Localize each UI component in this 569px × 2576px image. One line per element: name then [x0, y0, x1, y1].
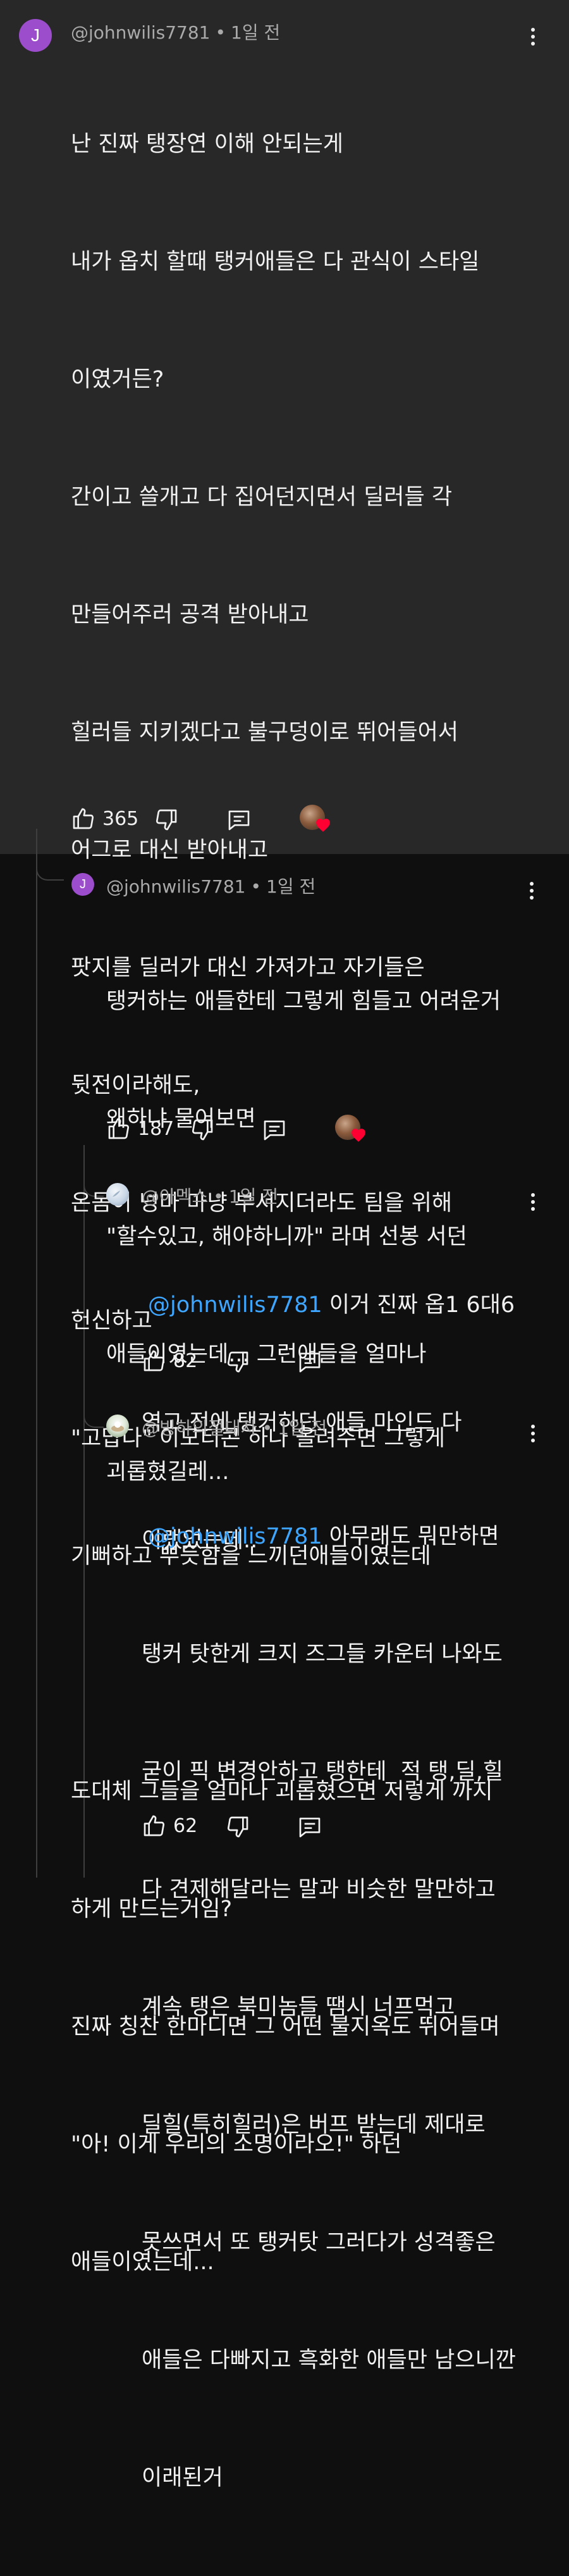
- like-count: 62: [173, 1814, 198, 1837]
- reply-button[interactable]: [262, 1117, 287, 1142]
- thumbs-down-icon: [227, 1351, 248, 1373]
- comment-time: 1일 전: [231, 22, 281, 43]
- comment-meta: @johnwilis7781 • 1일 전: [106, 876, 316, 897]
- avatar[interactable]: J: [19, 19, 52, 52]
- comment-line: 이거 진짜 옵1 6대6: [322, 1292, 515, 1318]
- comment-line: 탱커하는 애들한테 그렇게 힘들고 어려운거: [106, 989, 501, 1014]
- avatar[interactable]: [106, 1415, 129, 1437]
- mention-link[interactable]: @johnwilis7781: [142, 1524, 322, 1549]
- comment-top-level: J @johnwilis7781 • 1일 전 난 진짜 탱장연 이해 안되는게 내…: [0, 0, 569, 2275]
- thumbs-down-icon: [192, 1119, 213, 1141]
- thumbs-up-icon: [144, 1815, 165, 1836]
- comment-meta: @johnwilis7781 • 1일 전: [71, 22, 281, 43]
- comment-line: 아무래도 뭐만하면: [322, 1524, 499, 1549]
- comment-line: 탱커 탓한게 크지 즈그들 카운터 나와도: [142, 1642, 503, 1667]
- dislike-button[interactable]: [154, 807, 179, 833]
- avatar[interactable]: [106, 1183, 129, 1206]
- reply-icon: [299, 1353, 321, 1373]
- reply-icon: [228, 810, 250, 831]
- comment-time: 1일 전: [266, 876, 316, 897]
- like-count: 82: [173, 1349, 198, 1372]
- comment-body: @johnwilis7781 아무래도 뭐만하면 탱커 탓한게 크지 즈그들 카…: [142, 1439, 546, 2576]
- creator-heart-icon: [335, 1115, 368, 1144]
- like-button[interactable]: 62: [142, 1813, 197, 1838]
- comment-author[interactable]: @johnwilis7781: [106, 876, 246, 897]
- nested-reply-comment: @빙하의절대자 • 1일 전 @johnwilis7781 아무래도 뭐만하면 탱커…: [0, 1407, 569, 2491]
- avatar-image-icon: [111, 1421, 124, 1432]
- like-count: 365: [102, 807, 139, 830]
- more-vert-icon[interactable]: [523, 24, 542, 49]
- reply-button[interactable]: [226, 807, 252, 833]
- comment-line: 간이고 쓸개고 다 집어던지면서 딜러들 각: [71, 485, 453, 510]
- reply-icon: [299, 1817, 321, 1838]
- like-count: 187: [138, 1117, 174, 1140]
- comment-line: 난 진짜 탱장연 이해 안되는게: [71, 132, 343, 157]
- reply-button[interactable]: [297, 1349, 322, 1375]
- thumbs-down-icon: [156, 809, 177, 831]
- comment-meta: @빙하의절대자 • 1일 전: [142, 1418, 327, 1439]
- comment-line: 애들은 다빠지고 흑화한 애들만 남으니깐: [142, 2348, 516, 2373]
- avatar-image-icon: [113, 1191, 120, 1197]
- like-button[interactable]: 82: [142, 1348, 197, 1373]
- avatar-letter: J: [80, 877, 86, 891]
- comment-line-first: @johnwilis7781 아무래도 뭐만하면: [142, 1517, 546, 1556]
- comment-line: 힐러들 지키겠다고 불구덩이로 뛰어들어서: [71, 720, 458, 745]
- avatar-letter: J: [31, 25, 40, 45]
- more-vert-icon[interactable]: [522, 878, 541, 903]
- dislike-button[interactable]: [190, 1117, 215, 1142]
- comment-line: 계속 탱은 북미놈들 땜시 너프먹고: [142, 1995, 455, 2020]
- like-button[interactable]: 187: [106, 1116, 174, 1141]
- comment-author[interactable]: @아멕스: [142, 1186, 208, 1207]
- comment-line: 내가 옵치 할때 탱커애들은 다 관식이 스타일: [71, 249, 480, 275]
- reply-comment: J @johnwilis7781 • 1일 전 탱커하는 애들한테 그렇게 힘들고 …: [0, 854, 569, 1485]
- comment-line: 굳이 픽 변경안하고 탱한테 적 탱,딜,힐: [142, 1759, 504, 1785]
- comment-author[interactable]: @빙하의절대자: [142, 1418, 257, 1439]
- comment-line: 이였거든?: [71, 367, 164, 392]
- comment-line: 못쓰면서 또 탱커탓 그러다가 성격좋은: [142, 2230, 496, 2255]
- like-button[interactable]: 365: [71, 806, 138, 831]
- thumbs-up-icon: [108, 1118, 130, 1139]
- comment-line: 만들어주러 공격 받아내고: [71, 602, 309, 628]
- avatar[interactable]: J: [71, 873, 94, 896]
- mention-link[interactable]: @johnwilis7781: [142, 1292, 322, 1318]
- comment-line: 딜힐(특히힐러)은 버프 받는데 제대로: [142, 2112, 486, 2138]
- reply-button[interactable]: [297, 1814, 322, 1840]
- comment-meta: @아멕스 • 1일 전: [142, 1186, 279, 1207]
- comment-author[interactable]: @johnwilis7781: [71, 22, 211, 43]
- dislike-button[interactable]: [225, 1349, 250, 1375]
- thumbs-up-icon: [73, 808, 94, 829]
- comment-line: 이래된거: [142, 2465, 223, 2491]
- thumbs-up-icon: [144, 1350, 165, 1372]
- comment-time: 1일 전: [278, 1418, 327, 1439]
- dislike-button[interactable]: [225, 1814, 250, 1840]
- reply-icon: [264, 1120, 285, 1141]
- comment-line: 다 견제해달라는 말과 비슷한 말만하고: [142, 1877, 496, 1902]
- creator-heart-icon: [300, 805, 333, 834]
- comment-line-first: @johnwilis7781 이거 진짜 옵1 6대6: [142, 1285, 546, 1325]
- thumbs-down-icon: [227, 1816, 248, 1838]
- comment-time: 1일 전: [228, 1186, 279, 1207]
- nested-reply-comment: @아멕스 • 1일 전 @johnwilis7781 이거 진짜 옵1 6대6 역고…: [0, 1175, 569, 1553]
